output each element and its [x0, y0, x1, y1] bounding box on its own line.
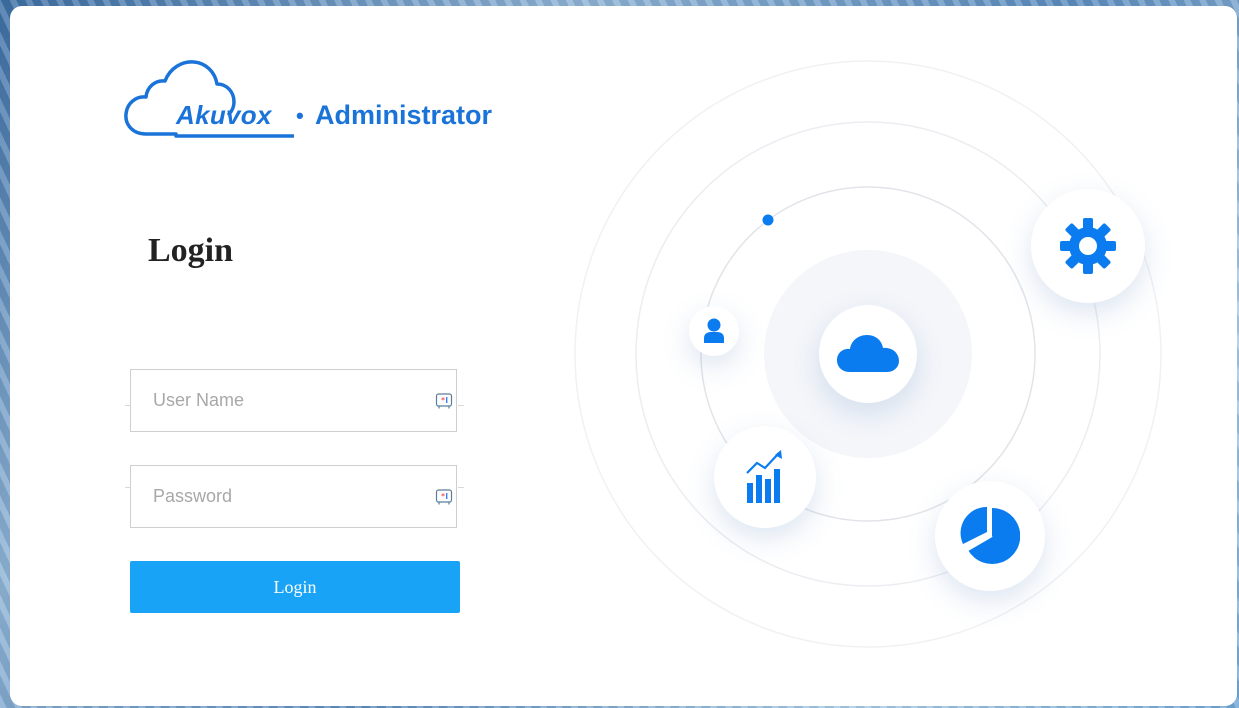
- keyboard-badge-icon[interactable]: *: [435, 392, 453, 410]
- bar-chart-icon: [746, 450, 782, 503]
- field-divider: [458, 487, 464, 488]
- report-orb: [935, 481, 1045, 591]
- field-divider: [458, 405, 464, 406]
- user-icon: [704, 318, 724, 343]
- logo-product-text: Administrator: [315, 100, 493, 130]
- password-input[interactable]: [131, 466, 421, 527]
- login-button[interactable]: Login: [130, 561, 460, 613]
- user-orb: [689, 306, 739, 356]
- settings-orb: [1031, 189, 1145, 303]
- logo-brand-text: Akuvox: [176, 100, 272, 130]
- username-field[interactable]: *: [130, 369, 457, 432]
- logo-separator: •: [296, 103, 304, 128]
- keyboard-badge-icon[interactable]: *: [435, 488, 453, 506]
- page-title: Login: [148, 232, 234, 269]
- login-card: Akuvox • Administrator Login * * Login: [10, 6, 1237, 706]
- password-field[interactable]: *: [130, 465, 457, 528]
- svg-text:*: *: [441, 492, 445, 501]
- cloud-icon: [837, 335, 899, 372]
- gear-icon: [1060, 218, 1116, 274]
- pie-chart-icon: [960, 506, 1020, 564]
- username-input[interactable]: [131, 370, 421, 431]
- cloud-orb: [819, 305, 917, 403]
- feature-illustration: [570, 56, 1190, 666]
- akuvox-logo: Akuvox • Administrator: [124, 60, 514, 144]
- statistics-orb: [714, 426, 816, 528]
- svg-text:*: *: [441, 396, 445, 405]
